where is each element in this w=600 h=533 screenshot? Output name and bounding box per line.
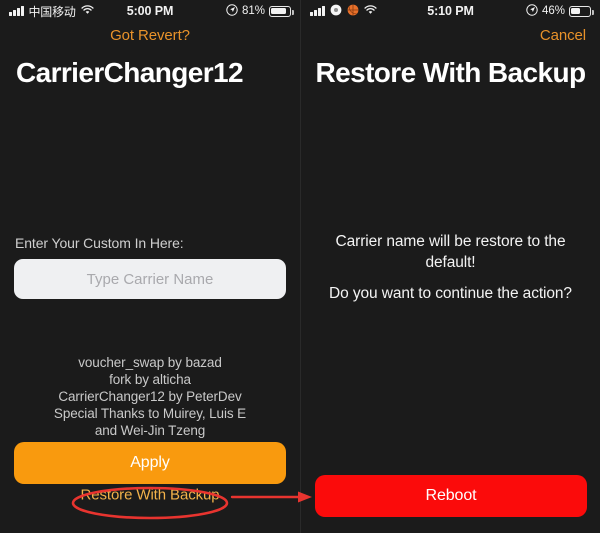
left-phone-screen: 中国移动 5:00 PM 81% Got Revert? CarrierChan…	[0, 0, 300, 533]
apply-button[interactable]: Apply	[14, 442, 286, 484]
right-status-bar: 5:10 PM 46%	[301, 0, 600, 22]
signal-bars-icon	[9, 6, 24, 16]
signal-bars-icon	[310, 6, 325, 16]
credit-line: CarrierChanger12 by PeterDev	[58, 389, 242, 404]
credit-line: and Wei-Jin Tzeng	[94, 423, 206, 438]
left-nav-bar: Got Revert?	[0, 22, 300, 48]
battery-icon	[269, 5, 294, 17]
wifi-icon	[363, 4, 377, 18]
restore-message-question: Do you want to continue the action?	[329, 285, 572, 302]
battery-percent-label: 46%	[541, 5, 565, 17]
right-nav-bar: Cancel	[301, 22, 600, 48]
restore-message-primary: Carrier name will be restore to the defa…	[335, 233, 566, 271]
credit-line: Special Thanks to Muirey, Luis E	[53, 406, 247, 421]
credits-block: voucher_swap by bazad fork by alticha Ca…	[0, 354, 300, 439]
left-status-bar: 中国移动 5:00 PM 81%	[0, 0, 300, 22]
cancel-button[interactable]: Cancel	[540, 27, 586, 44]
right-page-title: Restore With Backup	[315, 57, 587, 88]
credit-line: fork by alticha	[109, 372, 191, 387]
battery-icon	[569, 5, 594, 17]
wifi-icon	[81, 4, 94, 18]
reboot-button[interactable]: Reboot	[315, 475, 587, 517]
status-carrier-label: 中国移动	[28, 4, 76, 19]
basketball-icon	[347, 4, 359, 19]
dual-screenshot-comparison: 中国移动 5:00 PM 81% Got Revert? CarrierChan…	[0, 0, 600, 533]
right-phone-screen: 5:10 PM 46% Cancel Restore With Backup C…	[300, 0, 600, 533]
battery-percent-label: 81%	[241, 5, 265, 17]
right-status-right-group: 46%	[526, 3, 594, 19]
right-status-left-group	[310, 4, 377, 19]
left-status-left-group: 中国移动	[9, 3, 94, 20]
white-circle-icon	[330, 4, 342, 19]
credit-line: voucher_swap by bazad	[78, 355, 222, 370]
location-arrow-icon	[226, 3, 238, 19]
left-status-right-group: 81%	[226, 3, 294, 19]
location-arrow-icon	[526, 3, 538, 19]
carrier-input-label: Enter Your Custom In Here:	[15, 235, 184, 251]
restore-with-backup-link[interactable]: Restore With Backup	[0, 486, 300, 505]
left-page-title: CarrierChanger12	[16, 57, 244, 88]
got-revert-button[interactable]: Got Revert?	[110, 27, 190, 44]
carrier-name-input[interactable]	[14, 259, 286, 299]
